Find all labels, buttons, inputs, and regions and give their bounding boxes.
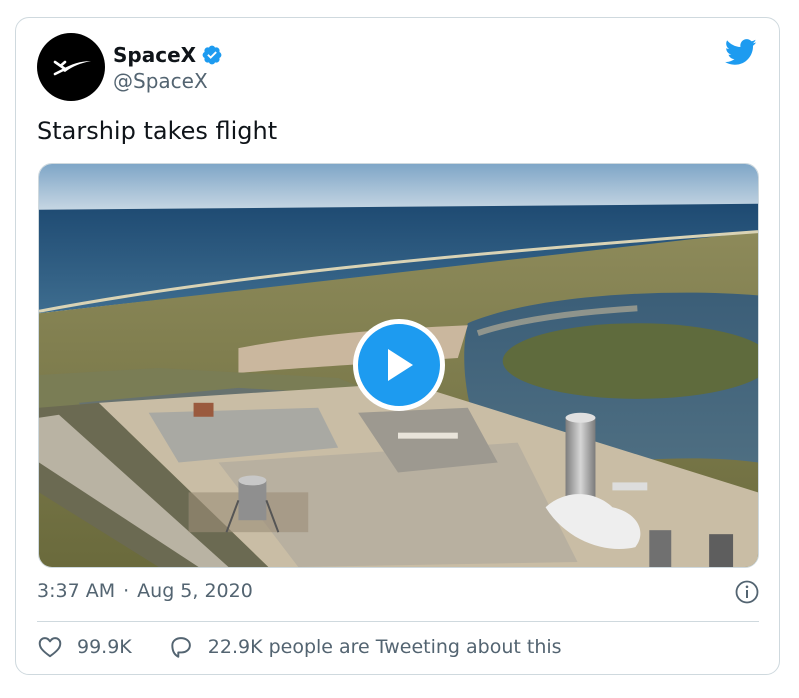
info-icon[interactable]: [735, 580, 759, 604]
avatar[interactable]: [37, 33, 105, 101]
play-button[interactable]: [353, 319, 445, 411]
author-name-row: SpaceX: [113, 43, 223, 67]
spacex-logo-icon: [53, 60, 91, 76]
speech-bubble-icon: [171, 637, 191, 658]
tweet-timestamp[interactable]: 3:37 AM · Aug 5, 2020: [37, 577, 253, 605]
heart-icon: [38, 637, 62, 658]
like-count: 99.9K: [77, 636, 132, 658]
tweet-time: 3:37 AM: [37, 580, 116, 602]
tweet-date: Aug 5, 2020: [137, 580, 253, 602]
twitter-bird-icon[interactable]: [725, 39, 757, 66]
author-handle[interactable]: @SpaceX: [113, 69, 208, 93]
video-player[interactable]: [38, 163, 759, 568]
author-display-name[interactable]: SpaceX: [113, 43, 196, 67]
divider: [37, 621, 759, 622]
tweet-card[interactable]: SpaceX @SpaceX Starship takes flight 3:3…: [15, 17, 780, 675]
like-button[interactable]: 99.9K: [37, 633, 132, 661]
tweet-actions: 99.9K 22.9K people are Tweeting about th…: [37, 633, 562, 661]
tweeting-about-text: 22.9K people are Tweeting about this: [207, 636, 562, 658]
tweeting-about-link[interactable]: 22.9K people are Tweeting about this: [168, 633, 562, 661]
play-icon: [388, 349, 413, 381]
timestamp-separator: ·: [123, 580, 130, 602]
verified-badge-icon: [202, 45, 222, 65]
tweet-text: Starship takes flight: [37, 117, 278, 145]
